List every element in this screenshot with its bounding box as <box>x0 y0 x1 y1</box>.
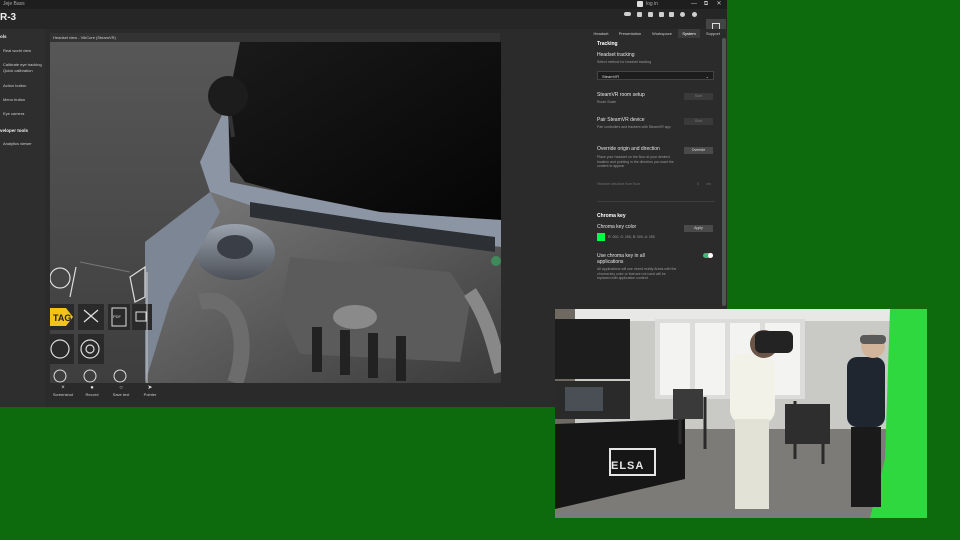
people-icon[interactable] <box>689 12 700 28</box>
tool-item-calibrate-eye-tracking[interactable]: Calibrate eye tracking <box>3 62 42 67</box>
window-icon[interactable] <box>645 12 656 28</box>
record-icon: ● <box>90 385 94 391</box>
pair-device-label: Pair SteamVR device <box>597 117 645 123</box>
headset-viewport[interactable]: TAG PDF <box>50 42 501 383</box>
override-origin-label: Override origin and direction <box>597 146 660 152</box>
engine-bay-render <box>50 42 501 383</box>
chroma-color-swatch[interactable] <box>597 233 605 241</box>
camera-feed: ELSA <box>555 309 927 518</box>
chroma-color-label: Chroma key color <box>597 224 637 230</box>
tab-headset[interactable]: Headset <box>590 29 612 38</box>
headset-tracking-sub: Select method for headset tracking <box>597 60 652 64</box>
tool-item-analytics-viewer[interactable]: Analytics viewer <box>3 141 32 146</box>
pdf-tool-label[interactable]: PDF <box>113 314 121 319</box>
pointer-icon: ➤ <box>147 385 153 391</box>
tab-presentation[interactable]: Presentation <box>614 29 646 38</box>
screenshot-button[interactable]: × Screenshot <box>50 385 76 397</box>
user-icon[interactable] <box>637 1 643 7</box>
person-icon[interactable] <box>677 12 688 28</box>
close-button[interactable]: ✕ <box>713 0 725 9</box>
section-divider <box>597 201 715 202</box>
toggle-knob <box>708 253 713 258</box>
room-setup-label: SteamVR room setup <box>597 92 645 98</box>
tab-support[interactable]: Support <box>702 29 724 38</box>
headset-tracking-select[interactable]: SteamVR ⌄ <box>597 71 714 80</box>
top-bar: R-3 <box>0 9 727 36</box>
chroma-all-apps-label: Use chroma key in all applications <box>597 253 645 265</box>
elsa-sign: ELSA <box>611 460 645 472</box>
left-tools-panel: ols Real world view Calibrate eye tracki… <box>0 29 45 407</box>
room-photo <box>555 309 927 518</box>
record-button[interactable]: ● Record <box>79 385 105 397</box>
viewport-header: Headset view - VibCore (SteamVR) <box>50 33 500 42</box>
override-origin-sub: Place your headset on the floor at your … <box>597 155 674 168</box>
circle-icon: ○ <box>119 385 123 391</box>
headset-tracking-value: SteamVR <box>602 74 620 79</box>
brand-title: R-3 <box>0 12 17 23</box>
save-text-label: Save text <box>112 392 130 397</box>
vr-headset-icon[interactable] <box>622 12 633 28</box>
grid-icon[interactable] <box>634 12 645 28</box>
absolute-floor-unit: cm <box>706 182 711 186</box>
room-setup-sub: Room Scale <box>597 100 617 104</box>
headset-tracking-label: Headset tracking <box>597 52 635 58</box>
minimize-button[interactable]: — <box>688 0 700 9</box>
record-label: Record <box>85 392 99 397</box>
override-button[interactable]: Override <box>684 147 713 154</box>
chroma-color-value: R: 000, G: 255, B: 000, A: 255 <box>608 235 655 239</box>
tool-item-eye-camera[interactable]: Eye camera <box>3 111 24 116</box>
developer-tools-header: veloper tools <box>0 128 29 133</box>
tag-badge[interactable]: TAG <box>53 313 71 323</box>
viewport-title: Headset view - VibCore (SteamVR) <box>53 35 116 40</box>
chroma-all-apps-sub: All applications will use mixed reality … <box>597 267 677 280</box>
settings-tabs: Headset Presentation Workspace System Su… <box>590 29 727 38</box>
title-bar: Jeje Bass log in — ⧉ ✕ <box>0 0 727 9</box>
chroma-all-apps-toggle[interactable] <box>703 253 713 258</box>
absolute-floor-value[interactable]: 0 <box>697 182 699 187</box>
settings-scrollbar[interactable] <box>722 38 726 306</box>
layers-icon[interactable] <box>666 12 677 28</box>
login-link[interactable]: log in <box>646 0 658 9</box>
tracking-section-title: Tracking <box>597 41 618 47</box>
app-title: Jeje Bass <box>3 1 25 7</box>
pointer-button[interactable]: ➤ Pointer <box>137 385 163 397</box>
tab-workspace[interactable]: Workspace <box>648 29 676 38</box>
close-icon: × <box>61 385 65 391</box>
absolute-floor-label: Headset absolute from floor <box>597 182 640 186</box>
tab-system[interactable]: System <box>678 29 700 38</box>
tool-item-real-world-view[interactable]: Real world view <box>3 48 31 53</box>
chevron-down-icon: ⌄ <box>705 74 709 79</box>
tool-item-quick-calibration[interactable]: Quick calibration <box>3 68 33 73</box>
tool-item-menu-button[interactable]: Menu button <box>3 97 25 102</box>
pair-device-sub: Pair controllers and trackers with Steam… <box>597 125 671 129</box>
viewport-toolbar: × Screenshot ● Record ○ Save text ➤ Poin… <box>50 383 501 401</box>
room-setup-start-button[interactable]: Start <box>684 93 713 100</box>
chroma-section-title: Chroma key <box>597 213 626 219</box>
pair-device-start-button[interactable]: Start <box>684 118 713 125</box>
tools-section-header: ols <box>0 34 7 39</box>
maximize-button[interactable]: ⧉ <box>700 0 712 9</box>
save-text-button[interactable]: ○ Save text <box>108 385 134 397</box>
screenshot-label: Screenshot <box>52 392 74 397</box>
tool-item-action-button[interactable]: Action button <box>3 83 26 88</box>
pointer-label: Pointer <box>143 392 157 397</box>
chroma-apply-button[interactable]: Apply <box>684 225 713 232</box>
